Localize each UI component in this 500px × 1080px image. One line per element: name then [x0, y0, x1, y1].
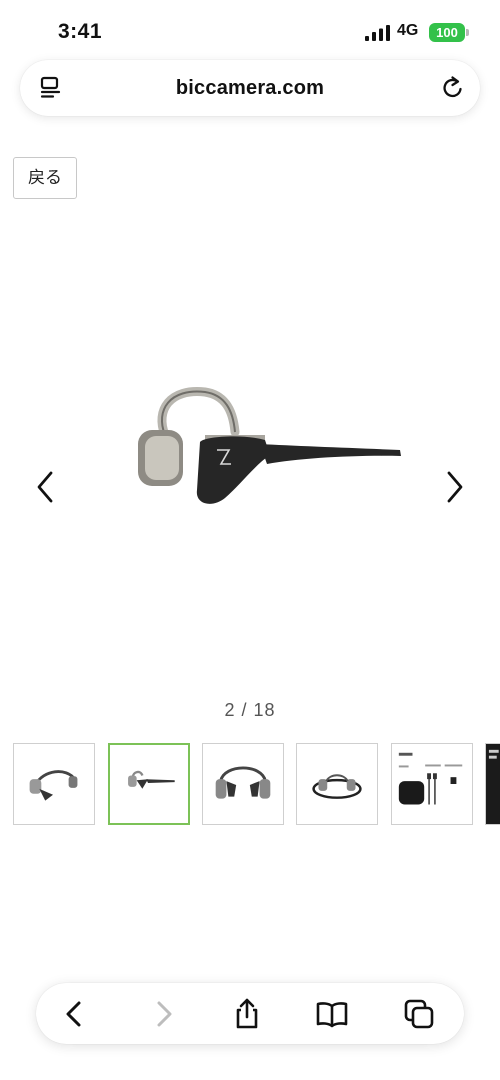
browser-toolbar [36, 983, 464, 1044]
bookmarks-icon[interactable] [315, 997, 349, 1031]
back-icon[interactable] [58, 997, 92, 1031]
reader-icon[interactable] [38, 75, 64, 101]
back-link-button[interactable]: 戻る [13, 157, 77, 199]
battery-cap [466, 29, 469, 36]
reload-icon[interactable] [440, 75, 466, 101]
thumbnail-3[interactable] [202, 743, 284, 825]
status-time: 3:41 [58, 20, 103, 43]
chevron-left-icon[interactable] [30, 467, 60, 507]
address-bar[interactable]: biccamera.com [20, 60, 480, 116]
thumbnail-1[interactable] [13, 743, 95, 825]
product-main-image [138, 387, 401, 504]
forward-icon [146, 997, 180, 1031]
chevron-right-icon[interactable] [440, 467, 470, 507]
thumbnail-6[interactable] [485, 743, 500, 825]
status-bar: 3:41 4G 100 [0, 0, 500, 62]
network-type: 4G [397, 22, 419, 39]
image-counter: 2 / 18 [224, 700, 276, 720]
browser-page: 3:41 4G 100 biccamera.com 戻る 2 / 18 [0, 0, 500, 1080]
battery-icon: 100 [429, 23, 465, 42]
share-icon[interactable] [230, 997, 264, 1031]
signal-icon [365, 25, 390, 41]
thumbnail-strip[interactable] [13, 743, 500, 826]
url-text[interactable]: biccamera.com [80, 60, 420, 116]
tabs-icon[interactable] [402, 997, 436, 1031]
thumbnail-4[interactable] [296, 743, 378, 825]
thumbnail-2[interactable] [108, 743, 190, 825]
thumbnail-5[interactable] [391, 743, 473, 825]
